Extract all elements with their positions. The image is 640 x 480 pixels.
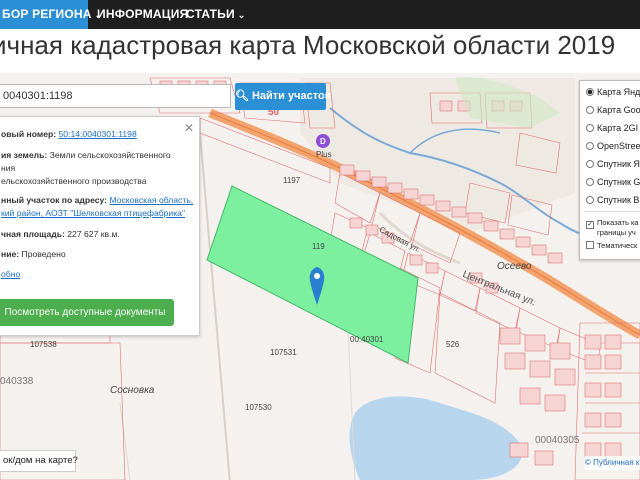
map-label-quarter-40301: 00:40301 bbox=[350, 335, 384, 344]
layer-label: Карта Янд bbox=[597, 87, 640, 97]
thematic-option[interactable]: Тематическ bbox=[586, 241, 637, 250]
map-label-place-osevo: Осеево bbox=[497, 261, 532, 272]
layer-label: OpenStree bbox=[597, 141, 640, 151]
status-value: Проведено bbox=[21, 249, 66, 259]
chevron-down-icon: ⌄ bbox=[237, 10, 246, 20]
address-link-2[interactable]: кий район, АОЗТ "Шелковская птицефабрика… bbox=[1, 208, 185, 218]
layer-label: Спутник Я bbox=[597, 159, 640, 169]
map-label-parcel-107531: 107531 bbox=[270, 348, 297, 357]
map-label-parcel-107530: 107530 bbox=[245, 403, 272, 412]
map-label-poi: Plus bbox=[316, 150, 332, 159]
land-category-row-3: ельскохозяйственного производства bbox=[1, 176, 146, 186]
layer-label: Спутник G bbox=[597, 177, 640, 187]
address-link-1[interactable]: Московская область, bbox=[109, 195, 193, 205]
layer-yandex-satellite[interactable]: Спутник Я bbox=[586, 159, 640, 169]
layers-divider bbox=[584, 211, 640, 212]
show-boundaries-label: Показать ка bbox=[597, 218, 639, 227]
nav-articles-label: СТАТЬИ bbox=[186, 7, 235, 21]
thematic-label: Тематическ bbox=[597, 241, 638, 250]
address-label: нный участок по адресу: bbox=[1, 195, 108, 205]
land-category-value-2: ния bbox=[1, 163, 16, 173]
cadastral-search-input[interactable] bbox=[0, 84, 231, 108]
map-label-quarter-40338: 040338 bbox=[0, 376, 34, 387]
land-category-value: Земли сельскохозяйственного bbox=[49, 150, 171, 160]
address-row: нный участок по адресу: Московская облас… bbox=[1, 195, 193, 205]
layer-label: Карта 2GI bbox=[597, 123, 639, 133]
details-link[interactable]: обно bbox=[1, 269, 20, 279]
cad-number-row: овый номер: 50:14:0040301:1198 bbox=[1, 129, 137, 139]
map-label-parcel-1198: 119 bbox=[312, 242, 325, 251]
radio-icon bbox=[586, 178, 594, 186]
status-row: ние: Проведено bbox=[1, 249, 66, 259]
radio-icon bbox=[586, 124, 594, 132]
area-label: чная площадь: bbox=[1, 229, 65, 239]
radio-icon bbox=[586, 160, 594, 168]
layer-bing-satellite[interactable]: Спутник B bbox=[586, 195, 639, 205]
search-icon: 🔍︎ bbox=[235, 90, 249, 102]
layer-label: Карта Goo bbox=[597, 105, 640, 115]
land-category-label: ия земель: bbox=[1, 150, 48, 160]
checkbox-icon bbox=[586, 241, 594, 249]
radio-icon bbox=[586, 106, 594, 114]
layer-2gis-map[interactable]: Карта 2GI bbox=[586, 123, 638, 133]
radio-icon bbox=[586, 142, 594, 150]
layer-label: Спутник B bbox=[597, 195, 640, 205]
find-parcel-button[interactable]: 🔍︎ Найти участок bbox=[235, 83, 330, 110]
map-attribution[interactable]: © Публичная када bbox=[585, 456, 640, 470]
top-navbar: БОР РЕГИОНА ⌄ ИНФОРМАЦИЯ СТАТЬИ ⌄ bbox=[0, 0, 640, 29]
layer-yandex-map[interactable]: Карта Янд bbox=[586, 87, 640, 97]
status-label: ние: bbox=[1, 249, 20, 259]
page-title: ичная кадастровая карта Московской облас… bbox=[0, 30, 616, 60]
radio-selected-icon bbox=[586, 88, 594, 96]
nav-region-select[interactable]: БОР РЕГИОНА ⌄ bbox=[0, 0, 102, 29]
find-plot-question-button[interactable]: ок/дом на карте? bbox=[0, 450, 78, 472]
land-category-row-2: ния bbox=[1, 163, 15, 173]
map-label-quarter-40305: 00040305 bbox=[535, 435, 580, 446]
close-icon[interactable]: ✕ bbox=[184, 122, 194, 134]
nav-info-label: ИНФОРМАЦИЯ bbox=[97, 7, 189, 21]
land-category-value-3: ельскохозяйственного производства bbox=[1, 176, 147, 186]
nav-articles[interactable]: СТАТЬИ ⌄ bbox=[186, 0, 246, 29]
checkbox-checked-icon: ✓ bbox=[586, 221, 594, 229]
address-row-2: кий район, АОЗТ "Шелковская птицефабрика… bbox=[1, 208, 185, 218]
area-value: 227 627 кв.м. bbox=[67, 229, 120, 239]
view-documents-button[interactable]: Посмотреть доступные документы bbox=[0, 299, 174, 326]
land-category-row: ия земель: Земли сельскохозяйственного bbox=[1, 150, 171, 160]
area-row: чная площадь: 227 627 кв.м. bbox=[1, 229, 120, 239]
nav-info[interactable]: ИНФОРМАЦИЯ bbox=[97, 0, 188, 29]
radio-icon bbox=[586, 196, 594, 204]
show-boundaries-label-2: границы уч bbox=[597, 228, 636, 237]
map-layers-panel: Карта Янд Карта Goo Карта 2GI OpenStree … bbox=[579, 80, 640, 260]
map-label-parcel-526: 526 bbox=[446, 340, 460, 349]
cad-number-label: овый номер: bbox=[1, 129, 57, 139]
layer-openstreetmap[interactable]: OpenStree bbox=[586, 141, 640, 151]
find-parcel-label: Найти участок bbox=[251, 90, 331, 102]
map-label-parcel-107538: 107538 bbox=[30, 340, 57, 349]
cad-number-link[interactable]: 50:14:0040301:1198 bbox=[59, 129, 137, 139]
map-label-parcel-1197: 1197 bbox=[283, 176, 301, 185]
layer-google-map[interactable]: Карта Goo bbox=[586, 105, 640, 115]
nav-region-label: БОР РЕГИОНА bbox=[2, 7, 92, 21]
svg-text:D: D bbox=[320, 137, 326, 146]
more-row: обно bbox=[1, 269, 20, 279]
layer-google-satellite[interactable]: Спутник G bbox=[586, 177, 640, 187]
map-label-place-sosnovka: Сосновка bbox=[110, 385, 155, 396]
